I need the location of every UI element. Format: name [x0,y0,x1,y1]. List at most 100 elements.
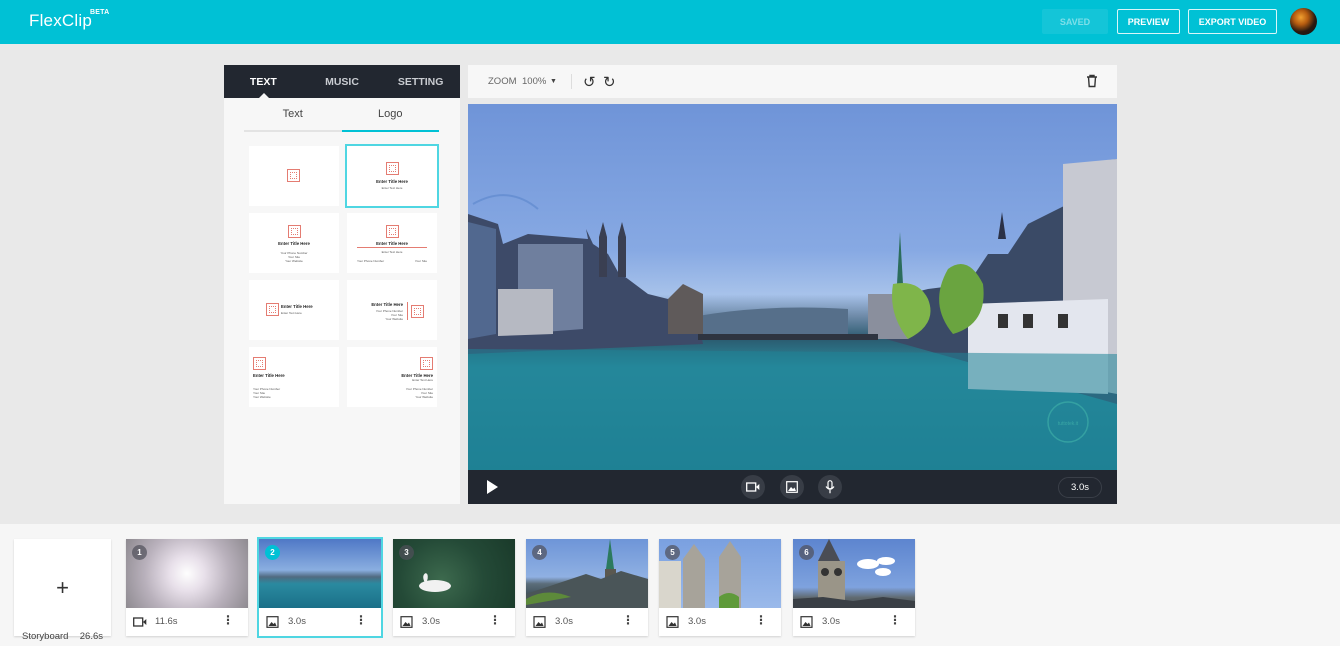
clip-number: 4 [532,545,547,560]
template-divider [357,247,427,248]
more-options-icon[interactable]: ⋮ [622,614,634,626]
clip-number: 5 [665,545,680,560]
template-subtitle: Enter Text Here [281,311,302,315]
subtab-logo[interactable]: Logo [341,98,439,132]
template-subtitle: Enter Text Here [412,378,433,382]
logo-template-card[interactable]: Enter Title Here Enter Text Here [249,280,339,340]
logo-placeholder-icon [288,225,301,238]
saved-button[interactable]: SAVED [1042,9,1108,34]
tab-setting[interactable]: SETTING [381,65,460,98]
image-icon [266,616,279,628]
caret-down-icon[interactable]: ▼ [550,78,557,85]
video-preview-canvas[interactable]: tuttotek.it [468,104,1117,470]
video-camera-icon [746,482,760,492]
storyboard-clip[interactable]: 3 3.0s ⋮ [393,539,515,636]
template-footer-left: Your Phone Number [357,259,385,263]
microphone-icon [825,480,835,494]
tab-music[interactable]: MUSIC [303,65,382,98]
top-bar: FlexClip BETA SAVED PREVIEW EXPORT VIDEO [0,0,1340,44]
logo-placeholder-icon [287,169,300,182]
template-subtitle: Enter Text Here [381,250,403,254]
more-options-icon[interactable]: ⋮ [355,614,367,626]
record-voice-button[interactable] [818,475,842,499]
logo-template-card[interactable] [249,146,339,206]
add-image-button[interactable] [780,475,804,499]
logo-placeholder-icon [420,357,433,370]
logo-template-card[interactable]: Enter Title Here Enter Text Here Your Ph… [347,347,437,407]
template-subtitle: Enter Text Here [381,186,403,190]
clip-number: 1 [132,545,147,560]
storyboard-clip[interactable]: 1 11.6s ⋮ [126,539,248,636]
image-icon [800,616,813,628]
logo-placeholder-icon [266,303,279,316]
template-line: Your Website [285,259,303,263]
template-line: Your Website [415,395,433,399]
logo-template-card[interactable]: Enter Title Here Your Phone Number Your … [347,280,437,340]
beta-badge: BETA [90,9,110,16]
storyboard-clip[interactable]: 2 3.0s ⋮ [257,537,383,638]
template-footer-right: Your Site [414,259,427,263]
play-icon[interactable] [487,480,498,494]
clip-number: 6 [799,545,814,560]
left-panel: TEXT MUSIC SETTING Text Logo Enter Title… [224,65,460,504]
subtabs: Text Logo [244,98,439,132]
preview-button[interactable]: PREVIEW [1117,9,1180,34]
clip-duration: 3.0s [822,616,840,627]
logo-template-card[interactable]: Enter Title Here Your Phone Number Your … [249,213,339,273]
undo-icon[interactable]: ↺ [583,73,596,91]
clip-duration: 3.0s [422,616,440,627]
logo-template-card[interactable]: Enter Title Here Your Phone Number Your … [249,347,339,407]
more-options-icon[interactable]: ⋮ [755,614,767,626]
template-title: Enter Title Here [376,179,408,184]
image-icon [666,616,679,628]
logo-placeholder-icon [411,305,424,318]
preview-toolbar: ZOOM 100% ▼ ↺ ↻ [468,65,1117,98]
redo-icon[interactable]: ↻ [603,73,616,91]
trash-icon[interactable] [1085,74,1099,88]
logo-template-card[interactable]: Enter Title Here Enter Text Here [345,144,439,208]
zoom-dropdown[interactable]: 100% [522,76,546,87]
user-avatar[interactable] [1290,8,1317,35]
player-controls: 3.0s [468,470,1117,504]
logo-placeholder-icon [253,357,266,370]
video-camera-icon [133,617,147,627]
template-title: Enter Title Here [376,241,408,246]
template-title: Enter Title Here [281,304,313,309]
flexclip-logo[interactable]: FlexClip BETA [29,9,109,31]
template-divider [407,302,408,320]
more-options-icon[interactable]: ⋮ [222,614,234,626]
logo-template-grid: Enter Title Here Enter Text Here Enter T… [249,144,439,407]
image-icon [533,616,546,628]
preview-scene: tuttotek.it [468,159,1117,470]
scene-duration[interactable]: 3.0s [1058,477,1102,498]
logo-template-card[interactable]: Enter Title Here Enter Text Here Your Ph… [347,213,437,273]
clip-duration: 3.0s [555,616,573,627]
toolbar-divider [571,74,572,89]
template-title: Enter Title Here [371,302,403,307]
storyboard: + Storyboard 26.6s 1 11.6s ⋮ 2 3.0s ⋮ 3 [0,524,1340,646]
logo-placeholder-icon [386,162,399,175]
clip-duration: 11.6s [155,616,178,627]
clip-number: 2 [265,545,280,560]
export-video-button[interactable]: EXPORT VIDEO [1188,9,1277,34]
storyboard-clip[interactable]: 4 3.0s ⋮ [526,539,648,636]
logo-text: FlexClip [29,11,93,30]
clip-number: 3 [399,545,414,560]
logo-placeholder-icon [386,225,399,238]
image-icon [786,481,798,493]
more-options-icon[interactable]: ⋮ [489,614,501,626]
clip-duration: 3.0s [288,616,306,627]
add-scene-button[interactable]: + Storyboard 26.6s [14,539,111,642]
storyboard-clip[interactable]: 6 3.0s ⋮ [793,539,915,636]
template-title: Enter Title Here [253,373,285,378]
template-line: Your Website [385,317,403,321]
panel-tabs: TEXT MUSIC SETTING [224,65,460,99]
add-video-button[interactable] [741,475,765,499]
more-options-icon[interactable]: ⋮ [889,614,901,626]
storyboard-label: Storyboard [22,631,69,642]
storyboard-clip[interactable]: 5 3.0s ⋮ [659,539,781,636]
subtab-text[interactable]: Text [244,98,342,132]
watermark-text: tuttotek.it [1058,421,1079,427]
zoom-label: ZOOM [488,76,517,87]
image-icon [400,616,413,628]
